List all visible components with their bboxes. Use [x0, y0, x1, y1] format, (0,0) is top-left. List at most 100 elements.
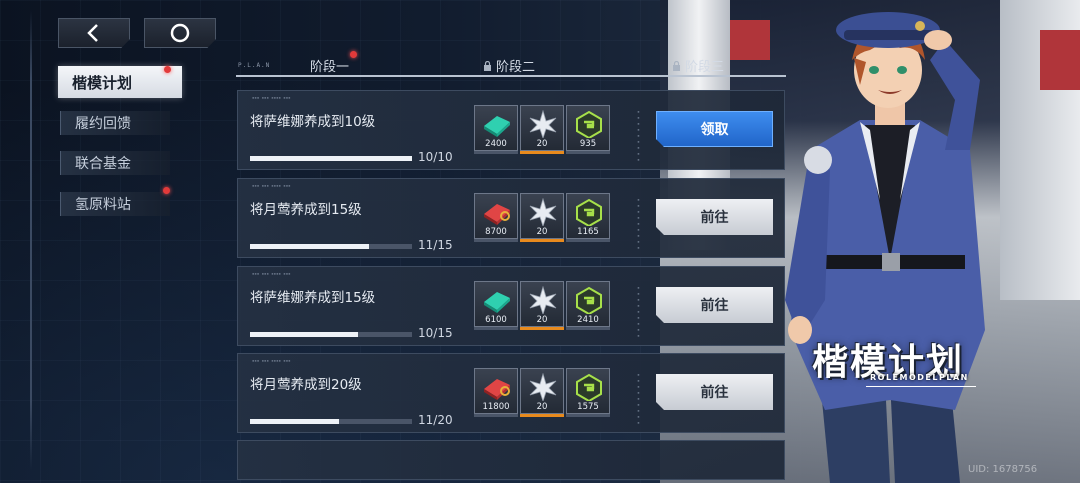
- green-hex-icon: [576, 110, 602, 138]
- reward-item[interactable]: 6100: [474, 281, 518, 330]
- scene-red-panel-right: [1040, 30, 1080, 90]
- reward-item[interactable]: 2410: [566, 281, 610, 330]
- reward-underline: [566, 151, 610, 154]
- lock-icon: [673, 60, 680, 71]
- reward-item[interactable]: 20: [520, 105, 564, 154]
- tab-label: 阶段二: [496, 60, 536, 75]
- reward-underline: [474, 151, 518, 154]
- reward-item[interactable]: 1165: [566, 193, 610, 242]
- reward-item[interactable]: 935: [566, 105, 610, 154]
- stage-bar: [236, 75, 786, 77]
- sidebar-item-label: 楷模计划: [72, 73, 133, 92]
- home-button[interactable]: [144, 18, 216, 48]
- reward-item[interactable]: 20: [520, 281, 564, 330]
- progress-fill: [250, 156, 412, 161]
- plan-tag: P.L.A.N: [238, 62, 271, 69]
- decor-vertical-text: ▪▪▪▪▪▪▪▪▪: [636, 285, 641, 339]
- go-button[interactable]: 前往: [656, 374, 773, 410]
- sidebar-item-label: 联合基金: [75, 156, 131, 172]
- reward-item[interactable]: 11800: [474, 368, 518, 417]
- teal-chip-icon: [484, 292, 510, 313]
- reward-amount: 8700: [485, 227, 507, 237]
- tab-stage-one[interactable]: 阶段一: [310, 56, 349, 75]
- reward-underline: [566, 327, 610, 330]
- progress-text: 10/15: [418, 326, 453, 340]
- reward-item[interactable]: 1575: [566, 368, 610, 417]
- progress-bar: [250, 156, 412, 161]
- reward-amount: 20: [536, 402, 548, 412]
- circle-icon: [170, 23, 190, 43]
- task-card: ▪▪▪ ▪▪▪ ▪▪▪▪ ▪▪▪ 将萨维娜养成到10级 10/10 2400 20 …: [237, 90, 785, 170]
- teal-chip-icon: [484, 116, 510, 137]
- reward-underline: [520, 327, 564, 330]
- progress-text: 11/20: [418, 413, 453, 427]
- notification-badge: [164, 66, 171, 73]
- progress-bar: [250, 332, 412, 337]
- reward-item[interactable]: 20: [520, 368, 564, 417]
- decor-code: ▪▪▪ ▪▪▪ ▪▪▪▪ ▪▪▪: [252, 183, 291, 188]
- reward-underline: [474, 327, 518, 330]
- reward-underline: [520, 414, 564, 417]
- claim-button[interactable]: 领取: [656, 111, 773, 147]
- reward-amount: 2400: [485, 139, 507, 149]
- tab-label: 阶段三: [685, 60, 725, 75]
- tab-label: 阶段一: [310, 60, 350, 75]
- reward-amount: 20: [536, 315, 548, 325]
- reward-underline: [520, 151, 564, 154]
- reward-amount: 935: [579, 139, 597, 149]
- task-card: ▪▪▪ ▪▪▪ ▪▪▪▪ ▪▪▪ 将月莺养成到20级 11/20 11800 20 …: [237, 353, 785, 433]
- sidebar-item-label: 履约回馈: [75, 116, 131, 132]
- scene-red-panel: [730, 20, 770, 60]
- character-illustration: [785, 12, 985, 483]
- task-title: 将萨维娜养成到15级: [250, 290, 376, 306]
- tab-stage-two[interactable]: 阶段二: [483, 56, 535, 75]
- red-chip-icon: [484, 379, 510, 400]
- decor-vertical-text: ▪▪▪▪▪▪▪▪▪: [636, 109, 641, 163]
- sidebar-decor-line: [30, 10, 32, 470]
- task-title: 将月莺养成到20级: [250, 377, 362, 393]
- decor-vertical-text: ▪▪▪▪▪▪▪▪▪: [636, 197, 641, 251]
- reward-amount: 11800: [482, 402, 510, 412]
- reward-amount: 6100: [485, 315, 507, 325]
- green-hex-icon: [576, 373, 602, 401]
- progress-fill: [250, 419, 340, 424]
- tab-stage-three[interactable]: 阶段三: [672, 56, 724, 75]
- reward-amount: 20: [536, 139, 548, 149]
- go-button[interactable]: 前往: [656, 199, 773, 235]
- red-chip-icon: [484, 204, 510, 225]
- reward-amount: 1575: [577, 402, 599, 412]
- progress-text: 10/10: [418, 150, 453, 164]
- reward-item[interactable]: 2400: [474, 105, 518, 154]
- reward-underline: [474, 239, 518, 242]
- decor-code: ▪▪▪ ▪▪▪ ▪▪▪▪ ▪▪▪: [252, 271, 291, 276]
- go-button[interactable]: 前往: [656, 287, 773, 323]
- reward-underline: [566, 414, 610, 417]
- task-card-partial: [237, 440, 785, 480]
- decor-vertical-text: ▪▪▪▪▪▪▪▪▪: [636, 372, 641, 426]
- sidebar-item-fulfillment-rewards[interactable]: 履约回馈: [60, 111, 170, 135]
- progress-fill: [250, 332, 359, 337]
- green-hex-icon: [576, 198, 602, 226]
- sidebar-item-hydrogen-station[interactable]: 氢原料站: [60, 192, 170, 216]
- chevron-left-icon: [87, 24, 98, 42]
- reward-underline: [520, 239, 564, 242]
- lock-icon: [484, 60, 491, 71]
- sidebar-item-joint-fund[interactable]: 联合基金: [60, 151, 170, 175]
- silver-star-icon: [529, 110, 557, 138]
- back-button[interactable]: [58, 18, 130, 48]
- decor-code: ▪▪▪ ▪▪▪ ▪▪▪▪ ▪▪▪: [252, 358, 291, 363]
- silver-star-icon: [529, 286, 557, 314]
- silver-star-icon: [529, 198, 557, 226]
- notification-badge: [350, 51, 357, 58]
- progress-fill: [250, 244, 369, 249]
- notification-badge: [163, 187, 170, 194]
- task-title: 将萨维娜养成到10级: [250, 114, 376, 130]
- reward-item[interactable]: 8700: [474, 193, 518, 242]
- progress-bar: [250, 244, 412, 249]
- reward-item[interactable]: 20: [520, 193, 564, 242]
- reward-underline: [566, 239, 610, 242]
- task-title: 将月莺养成到15级: [250, 202, 362, 218]
- task-card: ▪▪▪ ▪▪▪ ▪▪▪▪ ▪▪▪ 将萨维娜养成到15级 10/15 6100 20 …: [237, 266, 785, 346]
- reward-amount: 1165: [577, 227, 599, 237]
- reward-amount: 20: [536, 227, 548, 237]
